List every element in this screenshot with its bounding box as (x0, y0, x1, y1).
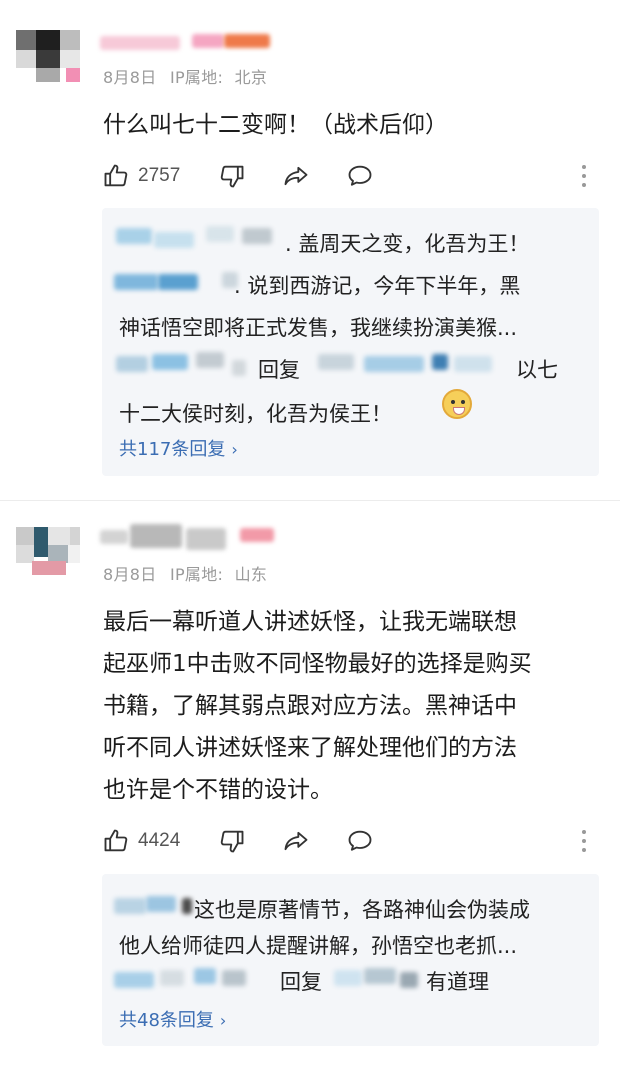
reply-button[interactable] (346, 159, 374, 193)
dislike-button[interactable] (218, 159, 246, 193)
chevron-right-icon: › (231, 440, 238, 459)
thumbs-down-icon (220, 165, 244, 188)
reply-username (114, 972, 154, 988)
comment-meta: 8月8日 IP属地: 山东 (103, 561, 267, 585)
username[interactable] (186, 528, 226, 550)
ip-label: IP属地: (169, 565, 224, 584)
comment-actions: 2757 (102, 159, 600, 193)
reply-target-username (432, 354, 448, 370)
reply-username (222, 970, 246, 986)
like-button[interactable]: 4424 (102, 824, 180, 858)
reply-username (114, 274, 158, 290)
reply-preview[interactable]: . 盖周天之变，化吾为王！ . 说到西游记，今年下半年，黑 神话悟空即将正式发售… (102, 208, 599, 476)
reply-username (146, 896, 176, 912)
ip-label: IP属地: (169, 68, 224, 87)
reply-username (232, 360, 246, 376)
reply-text: 以七 (516, 358, 558, 382)
comment-meta: 8月8日 IP属地: 北京 (103, 64, 267, 88)
username[interactable] (100, 530, 128, 544)
reply-text: 这也是原著情节，各路神仙会伪装成 (194, 898, 530, 922)
reply-text: 他人给师徒四人提醒讲解，孙悟空也老抓... (119, 934, 518, 958)
ip-location: 山东 (234, 565, 268, 584)
reply-username (114, 898, 146, 914)
comment-text: 什么叫七十二变啊！（战术后仰） (103, 104, 598, 146)
reply-target-username (454, 356, 492, 372)
username-badge (224, 34, 270, 48)
reply-text: 有道理 (426, 970, 489, 994)
username[interactable] (130, 524, 182, 548)
reply-username (182, 898, 192, 914)
reply-target-username (364, 356, 424, 372)
comment-date: 8月8日 (103, 68, 157, 87)
comment-text-line: 最后一幕听道人讲述妖怪，让我无端联想 (103, 609, 517, 635)
reply-username (194, 968, 216, 984)
username[interactable] (100, 36, 180, 50)
username-badge (192, 34, 224, 48)
comment-text-line: 什么叫七十二变啊！（战术后仰） (103, 112, 448, 138)
ip-location: 北京 (234, 68, 268, 87)
reply-username (206, 226, 234, 242)
share-arrow-icon (284, 166, 308, 186)
reply-keyword: 回复 (258, 358, 300, 382)
reply-username (160, 970, 184, 986)
comment-text: 最后一幕听道人讲述妖怪，让我无端联想 起巫师1中击败不同怪物最好的选择是购买 书… (103, 601, 598, 811)
view-all-replies-label: 共117条回复 (119, 439, 226, 460)
thumbs-down-icon (220, 830, 244, 853)
share-arrow-icon (284, 831, 308, 851)
comment-item: 8月8日 IP属地: 山东 最后一幕听道人讲述妖怪，让我无端联想 起巫师1中击败… (0, 500, 620, 1071)
chevron-right-icon: › (219, 1011, 227, 1030)
reply-text: 神话悟空即将正式发售，我继续扮演美猴... (119, 316, 518, 340)
comment-actions: 4424 (102, 824, 600, 858)
reply-text: 十二大侯时刻，化吾为侯王！ (119, 402, 392, 426)
share-button[interactable] (282, 824, 310, 858)
reply-username (242, 228, 272, 244)
avatar[interactable] (16, 30, 80, 82)
reply-preview[interactable]: 这也是原著情节，各路神仙会伪装成 他人给师徒四人提醒讲解，孙悟空也老抓... 回… (102, 874, 599, 1046)
comment-text-line: 起巫师1中击败不同怪物最好的选择是购买 (103, 651, 532, 677)
dog-face-emoji-icon (442, 389, 472, 419)
like-button[interactable]: 2757 (102, 159, 180, 193)
view-all-replies-label: 共48条回复 (119, 1010, 214, 1031)
reply-text: . 盖周天之变，化吾为王！ (285, 232, 530, 256)
thumbs-up-icon (104, 829, 128, 852)
comment-bubble-icon (348, 165, 372, 186)
view-all-replies-link[interactable]: 共48条回复 › (119, 1006, 226, 1032)
reply-keyword: 回复 (280, 970, 322, 994)
comment-date: 8月8日 (103, 565, 157, 584)
reply-target-username (318, 354, 354, 370)
thumbs-up-icon (104, 164, 128, 187)
username-badge (240, 528, 274, 542)
avatar[interactable] (16, 527, 80, 579)
like-count: 4424 (138, 830, 181, 851)
reply-button[interactable] (346, 824, 374, 858)
reply-target-username (400, 972, 418, 988)
reply-username (152, 354, 188, 370)
share-button[interactable] (282, 159, 310, 193)
view-all-replies-link[interactable]: 共117条回复 › (119, 435, 238, 461)
dislike-button[interactable] (218, 824, 246, 858)
reply-username (158, 274, 198, 290)
reply-text: . 说到西游记，今年下半年，黑 (234, 274, 521, 298)
reply-username (154, 232, 194, 248)
comment-text-line: 也许是个不错的设计。 (103, 777, 333, 803)
reply-username (116, 356, 148, 372)
comment-item: 8月8日 IP属地: 北京 什么叫七十二变啊！（战术后仰） 2757 . 盖周天… (0, 0, 620, 500)
comment-text-line: 听不同人讲述妖怪来了解处理他们的方法 (103, 735, 517, 761)
comment-text-line: 书籍，了解其弱点跟对应方法。黑神话中 (103, 693, 517, 719)
reply-target-username (334, 970, 362, 986)
reply-username (116, 228, 152, 244)
like-count: 2757 (138, 165, 181, 186)
reply-target-username (364, 968, 396, 984)
more-vertical-icon[interactable] (582, 830, 588, 857)
reply-username (196, 352, 224, 368)
more-vertical-icon[interactable] (582, 165, 588, 192)
comment-bubble-icon (348, 830, 372, 851)
